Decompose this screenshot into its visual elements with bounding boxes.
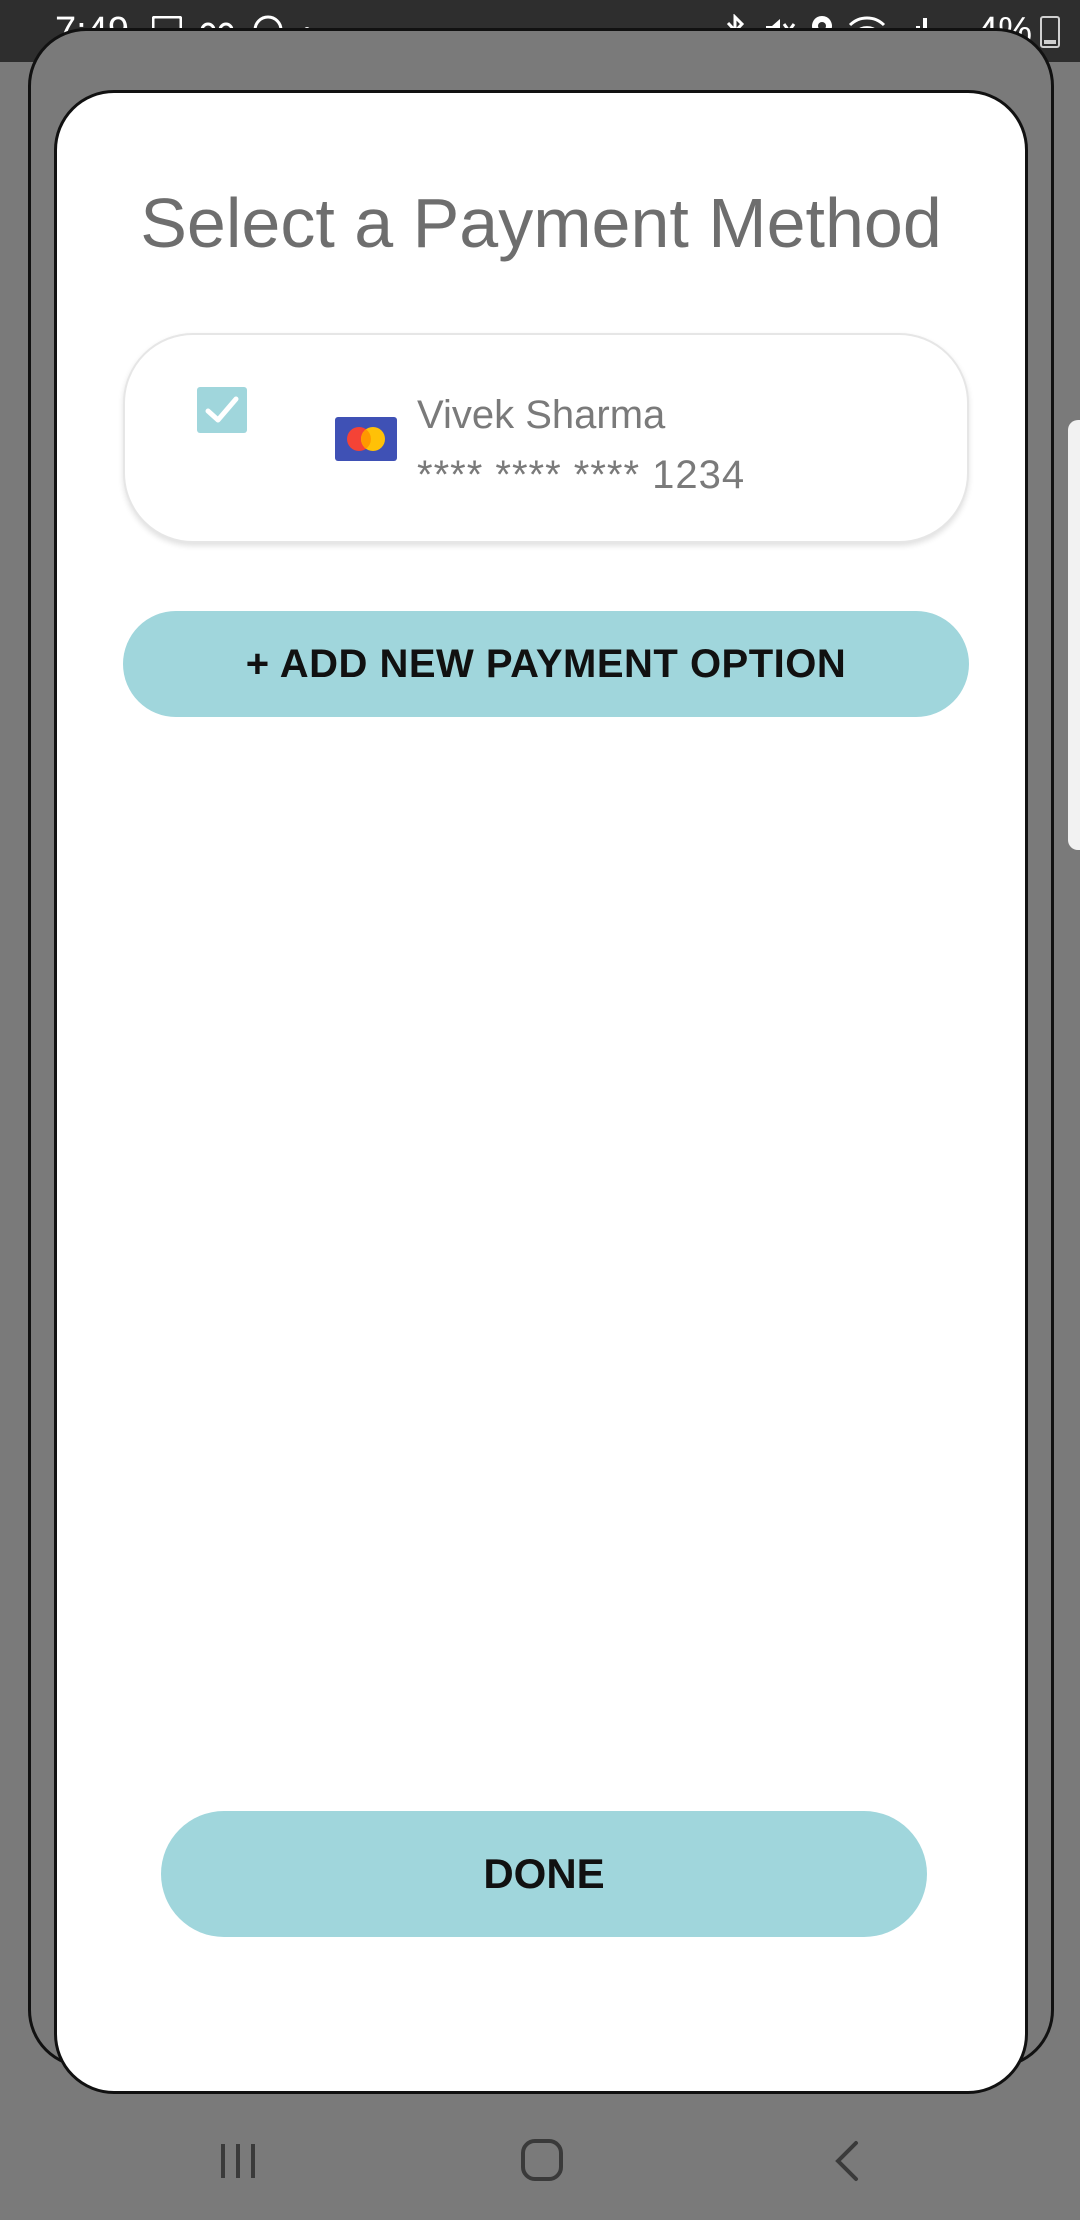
side-panel-handle[interactable]	[1068, 420, 1080, 850]
back-icon[interactable]	[832, 2140, 860, 2182]
mastercard-icon	[335, 417, 397, 461]
done-button[interactable]: DONE	[161, 1811, 927, 1937]
recents-icon[interactable]	[218, 2142, 258, 2180]
card-masked-number: **** **** **** 1234	[417, 453, 746, 497]
payment-method-dialog: Select a Payment Method Vivek Sharma ***…	[54, 90, 1028, 2094]
navigation-bar	[0, 2094, 1080, 2220]
card-holder-name: Vivek Sharma	[417, 393, 666, 437]
payment-card-item[interactable]: Vivek Sharma **** **** **** 1234	[123, 333, 969, 543]
battery-icon	[1040, 16, 1060, 48]
home-icon[interactable]	[520, 2138, 564, 2182]
dialog-title: Select a Payment Method	[140, 184, 942, 262]
checkmark-icon	[205, 396, 239, 423]
add-payment-option-button[interactable]: + ADD NEW PAYMENT OPTION	[123, 611, 969, 717]
card-checkbox[interactable]	[197, 387, 247, 433]
